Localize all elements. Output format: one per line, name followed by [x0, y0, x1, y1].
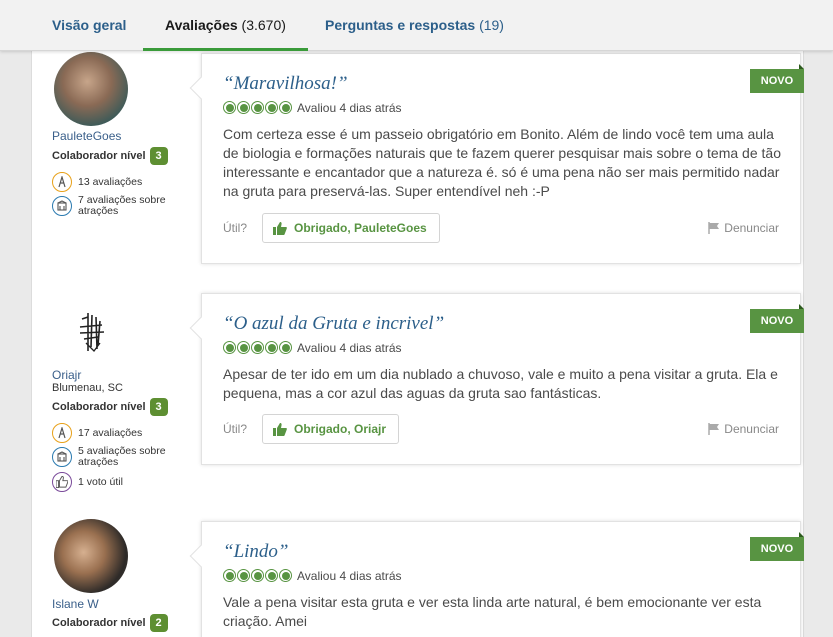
- attraction-badge-icon: [52, 196, 72, 216]
- reviewer-name[interactable]: Oriajr: [52, 368, 81, 382]
- tab-overview[interactable]: Visão geral: [52, 0, 126, 51]
- review-date: Avaliou 4 dias atrás: [297, 341, 402, 355]
- avatar[interactable]: [54, 52, 128, 126]
- thank-button-label: Obrigado, Oriajr: [294, 422, 387, 436]
- reviewer-name[interactable]: PauleteGoes: [52, 129, 121, 143]
- review-count-stat: 13 avaliações: [52, 172, 142, 192]
- pencil-badge-icon: [52, 172, 72, 192]
- avatar[interactable]: [54, 293, 128, 367]
- level-badge: 3: [149, 147, 168, 165]
- thumbs-up-icon: [273, 422, 287, 436]
- level-badge: 3: [149, 398, 168, 416]
- rating-bubble-icon: [265, 101, 278, 114]
- thank-button-label: Obrigado, PauleteGoes: [294, 221, 427, 235]
- rating-bubble-icon: [251, 101, 264, 114]
- rating-bubble-icon: [223, 569, 236, 582]
- thank-button[interactable]: Obrigado, Oriajr: [262, 414, 400, 444]
- flag-icon: [708, 423, 720, 435]
- review-text: Vale a pena visitar esta gruta e ver est…: [223, 594, 762, 629]
- report-link[interactable]: Denunciar: [708, 422, 779, 436]
- new-badge: NOVO: [750, 532, 804, 561]
- helpful-label: Útil?: [223, 221, 248, 235]
- report-label: Denunciar: [724, 422, 779, 436]
- rating-bubble-icon: [265, 341, 278, 354]
- contributor-level: Colaborador nível 3: [52, 398, 168, 416]
- avatar[interactable]: [54, 519, 128, 593]
- stat-text: 7 avaliações sobre atrações: [78, 194, 166, 217]
- rating-bubble-icon: [279, 341, 292, 354]
- review-date: Avaliou 4 dias atrás: [297, 101, 402, 115]
- helpful-label: Útil?: [223, 422, 248, 436]
- reviewer-name[interactable]: Islane W: [52, 597, 99, 611]
- report-link[interactable]: Denunciar: [708, 221, 779, 235]
- rating-bubble-icon: [237, 341, 250, 354]
- review-card: “Maravilhosa!” Avaliou 4 dias atrás NOVO…: [189, 53, 804, 264]
- rating-bubble-icon: [279, 569, 292, 582]
- pencil-badge-icon: [52, 423, 72, 443]
- thumbs-up-icon: [273, 221, 287, 235]
- review-count-stat: 17 avaliações: [52, 423, 142, 443]
- tab-reviews[interactable]: Avaliações (3.670): [143, 0, 308, 51]
- rating-bubble-icon: [251, 569, 264, 582]
- review-title[interactable]: “Lindo”: [223, 541, 288, 563]
- contributor-level-label: Colaborador nível: [52, 401, 146, 413]
- thumbs-up-badge-icon: [52, 472, 72, 492]
- helpful-votes-stat: 1 voto útil: [52, 472, 123, 492]
- review-text: Apesar de ter ido em um dia nublado a ch…: [223, 366, 778, 401]
- stat-text: 17 avaliações: [78, 426, 143, 439]
- rating-bubble-icon: [237, 101, 250, 114]
- contributor-level-label: Colaborador nível: [52, 617, 146, 629]
- bubble-rating: [223, 101, 293, 114]
- attraction-review-stat: 5 avaliações sobre atrações: [52, 446, 198, 468]
- bubble-rating: [223, 569, 293, 582]
- reviewer-location: Blumenau, SC: [52, 382, 123, 394]
- contributor-level-label: Colaborador nível: [52, 150, 146, 162]
- new-badge: NOVO: [750, 64, 804, 93]
- rating-bubble-icon: [223, 341, 236, 354]
- review-title[interactable]: “O azul da Gruta e incrivel”: [223, 313, 444, 335]
- rating-bubble-icon: [223, 101, 236, 114]
- attraction-review-stat: 7 avaliações sobre atrações: [52, 195, 198, 217]
- report-label: Denunciar: [724, 221, 779, 235]
- level-badge: 2: [149, 614, 168, 632]
- flag-icon: [708, 222, 720, 234]
- review-text: Com certeza esse é um passeio obrigatóri…: [223, 126, 781, 199]
- rating-bubble-icon: [279, 101, 292, 114]
- contributor-level: Colaborador nível 2: [52, 614, 168, 632]
- rating-bubble-icon: [251, 341, 264, 354]
- review-card: “O azul da Gruta e incrivel” Avaliou 4 d…: [189, 293, 804, 465]
- review-tabs: Visão geral Avaliações (3.670) Perguntas…: [0, 0, 833, 51]
- reviews-list: PauleteGoes Colaborador nível 3 13 avalia…: [31, 51, 804, 637]
- rating-bubble-icon: [265, 569, 278, 582]
- attraction-badge-icon: [52, 447, 72, 467]
- thank-button[interactable]: Obrigado, PauleteGoes: [262, 213, 440, 243]
- review-card: “Lindo” Avaliou 4 dias atrás NOVO Vale a…: [189, 521, 804, 637]
- new-badge: NOVO: [750, 304, 804, 333]
- stat-text: 1 voto útil: [78, 475, 123, 488]
- tab-questions-answers[interactable]: Perguntas e respostas (19): [325, 0, 504, 51]
- review-date: Avaliou 4 dias atrás: [297, 569, 402, 583]
- contributor-level: Colaborador nível 3: [52, 147, 168, 165]
- stat-text: 13 avaliações: [78, 175, 143, 188]
- rating-bubble-icon: [237, 569, 250, 582]
- bubble-rating: [223, 341, 293, 354]
- review-title[interactable]: “Maravilhosa!”: [223, 73, 348, 95]
- stat-text: 5 avaliações sobre atrações: [78, 445, 166, 468]
